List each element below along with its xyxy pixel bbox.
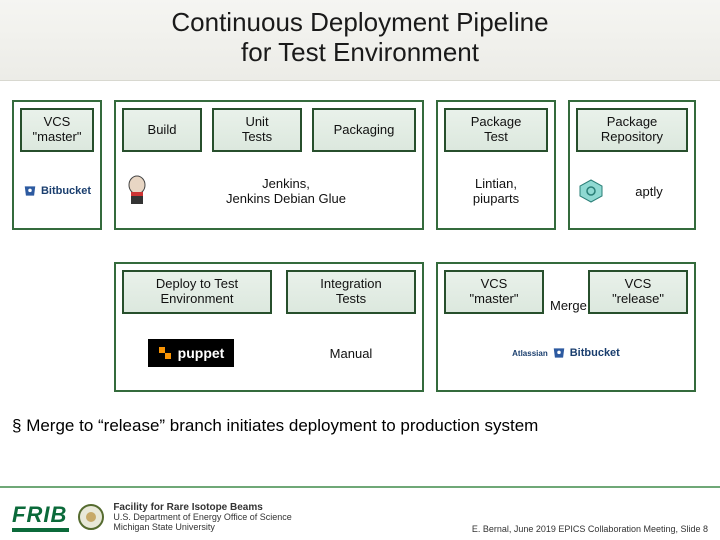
bitbucket-label: Bitbucket — [41, 185, 91, 197]
group-package-repo: Package Repository aptly — [568, 100, 696, 230]
box-integration-tests: Integration Tests — [286, 270, 416, 314]
pipeline-row-1: VCS "master" Bitbucket Build Unit Tests … — [12, 100, 708, 230]
box-build: Build — [122, 108, 202, 152]
box-vcs-master: VCS "master" — [20, 108, 94, 152]
box-package-repo: Package Repository — [576, 108, 688, 152]
doe-seal-icon — [77, 503, 105, 531]
frib-logo: FRIB — [12, 502, 69, 532]
facility-line-3: Michigan State University — [113, 523, 291, 533]
tool-bitbucket-2: Atlassian Bitbucket — [438, 326, 694, 380]
footer-left: FRIB Facility for Rare Isotope Beams U.S… — [12, 502, 292, 533]
group-vcs-master: VCS "master" Bitbucket — [12, 100, 102, 230]
group-vcs-merge: VCS "master" VCS "release" Merge Atlassi… — [436, 262, 696, 392]
tool-jenkins-label: Jenkins, Jenkins Debian Glue — [156, 164, 416, 218]
group-package-test: Package Test Lintian, piuparts — [436, 100, 556, 230]
slide-title-bar: Continuous Deployment Pipeline for Test … — [0, 0, 720, 81]
group-build: Build Unit Tests Packaging Jenkins, Jenk… — [114, 100, 424, 230]
footer-right: E. Bernal, June 2019 EPICS Collaboration… — [472, 524, 708, 540]
box-packaging: Packaging — [312, 108, 416, 152]
box-package-test: Package Test — [444, 108, 548, 152]
bitbucket-icon: Atlassian Bitbucket — [512, 346, 620, 360]
tool-manual-label: Manual — [286, 326, 416, 380]
aptly-icon — [576, 164, 606, 218]
box-deploy-test-env: Deploy to Test Environment — [122, 270, 272, 314]
box-unit-tests: Unit Tests — [212, 108, 302, 152]
group-deploy: Deploy to Test Environment Integration T… — [114, 262, 424, 392]
bitbucket-icon: Bitbucket — [23, 184, 91, 198]
title-line-1: Continuous Deployment Pipeline — [171, 7, 548, 37]
title-line-2: for Test Environment — [241, 37, 479, 67]
tool-bitbucket: Bitbucket — [14, 164, 100, 218]
bitbucket-label: Bitbucket — [570, 347, 620, 359]
jenkins-icon — [122, 164, 152, 218]
box-vcs-release: VCS "release" — [588, 270, 688, 314]
slide-title: Continuous Deployment Pipeline for Test … — [0, 8, 720, 68]
box-vcs-master-2: VCS "master" — [444, 270, 544, 314]
pipeline-row-2: Deploy to Test Environment Integration T… — [12, 262, 708, 392]
puppet-icon: puppet — [136, 326, 246, 380]
facility-text: Facility for Rare Isotope Beams U.S. Dep… — [113, 502, 291, 533]
bullet-text: Merge to “release” branch initiates depl… — [12, 416, 708, 436]
footer: FRIB Facility for Rare Isotope Beams U.S… — [0, 486, 720, 540]
atlassian-label: Atlassian — [512, 349, 548, 358]
tool-lintian-piuparts: Lintian, piuparts — [438, 164, 554, 218]
tool-aptly-label: aptly — [610, 164, 688, 218]
merge-label: Merge — [550, 298, 587, 313]
facility-line-1: Facility for Rare Isotope Beams — [113, 502, 291, 513]
